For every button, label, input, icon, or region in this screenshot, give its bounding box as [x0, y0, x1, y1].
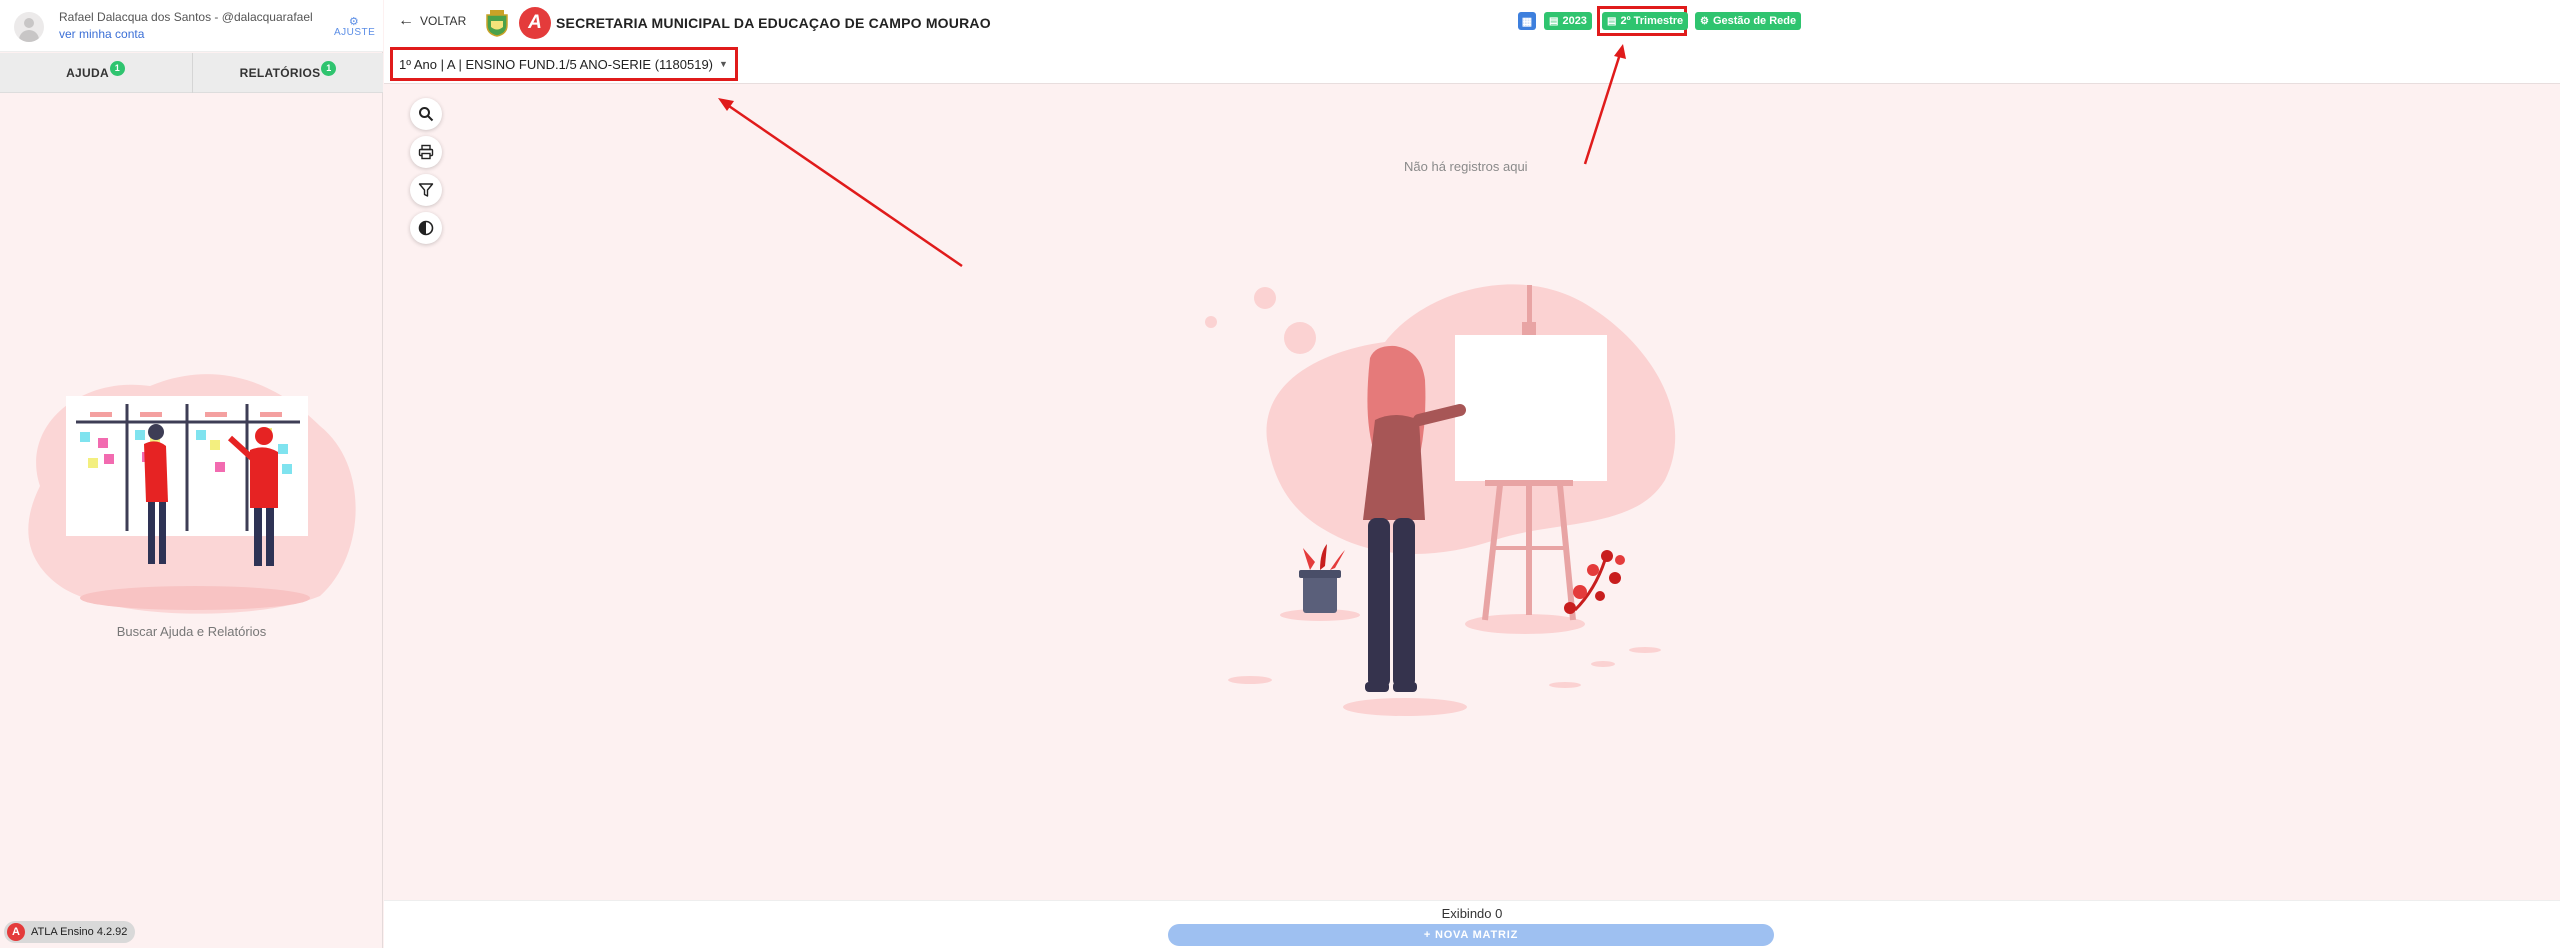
network-management-badge[interactable]: ⚙ Gestão de Rede: [1695, 12, 1802, 30]
class-select-value: 1º Ano | A | ENSINO FUND.1/5 ANO-SERIE (…: [399, 56, 714, 72]
contrast-button[interactable]: [410, 212, 442, 244]
contrast-icon: [418, 220, 434, 236]
print-button[interactable]: [410, 136, 442, 168]
network-management-label: Gestão de Rede: [1712, 15, 1797, 27]
arrow-left-icon: ←: [398, 12, 414, 29]
sidebar-empty-caption: Buscar Ajuda e Relatórios: [116, 624, 267, 639]
term-badge[interactable]: ▤ 2º Trimestre: [1602, 12, 1689, 30]
tab-relatorios-badge: 1: [321, 60, 337, 76]
new-matrix-button[interactable]: + NOVA MATRIZ: [1168, 924, 1774, 946]
calendar-icon: ▤: [1607, 15, 1617, 27]
back-button[interactable]: ← VOLTAR: [398, 12, 467, 29]
tab-ajuda[interactable]: AJUDA 1: [0, 53, 191, 93]
footer: Exibindo 0 + NOVA MATRIZ: [384, 900, 2560, 948]
tab-ajuda-badge: 1: [109, 60, 125, 76]
calendar-button[interactable]: ▦: [1518, 12, 1536, 30]
app-version-label: ATLA Ensino 4.2.92: [31, 926, 128, 938]
empty-state-text: Não há registros aqui: [1404, 159, 1528, 174]
settings-button[interactable]: ⚙ AJUSTE: [334, 16, 376, 39]
app-version-badge[interactable]: A ATLA Ensino 4.2.92: [4, 921, 136, 943]
filter-icon: [418, 183, 434, 197]
filter-button[interactable]: [410, 174, 442, 206]
help-illustration: [28, 374, 356, 614]
sidebar: Rafael Dalacqua dos Santos - @dalacquara…: [0, 0, 383, 948]
page-title: SECRETARIA MUNICIPAL DA EDUCAÇAO DE CAMP…: [556, 15, 991, 31]
user-bar: Rafael Dalacqua dos Santos - @dalacquara…: [0, 0, 383, 52]
search-icon: [419, 107, 434, 122]
account-link[interactable]: ver minha conta: [59, 27, 144, 41]
calendar-icon: ▤: [1549, 15, 1559, 27]
chevron-down-icon: ▼: [719, 59, 728, 69]
gear-icon: ⚙: [348, 16, 360, 28]
sidebar-tabs: AJUDA 1 RELATÓRIOS 1: [0, 53, 383, 93]
search-button[interactable]: [410, 98, 442, 130]
gear-icon: ⚙: [1700, 15, 1709, 27]
back-label: VOLTAR: [420, 14, 467, 28]
atla-logo: A: [519, 7, 551, 39]
term-label: 2º Trimestre: [1620, 15, 1684, 27]
class-select[interactable]: 1º Ano | A | ENSINO FUND.1/5 ANO-SERIE (…: [390, 47, 738, 81]
user-name: Rafael Dalacqua dos Santos - @dalacquara…: [59, 10, 313, 24]
tab-relatorios-label: RELATÓRIOS: [239, 66, 321, 80]
record-count: Exibindo 0: [1441, 906, 1503, 921]
year-badge[interactable]: ▤ 2023: [1544, 12, 1592, 30]
print-icon: [418, 144, 434, 160]
calendar-check-icon: ▦: [1521, 15, 1533, 28]
settings-label: AJUSTE: [334, 27, 376, 38]
top-bar: ← VOLTAR A SECRETARIA MUNICIPAL DA EDUCA…: [384, 0, 2560, 84]
year-label: 2023: [1562, 15, 1587, 27]
avatar[interactable]: [14, 12, 44, 42]
city-crest-icon: [486, 10, 508, 37]
atla-logo-icon: A: [7, 923, 25, 941]
tab-ajuda-label: AJUDA: [66, 66, 109, 80]
tab-relatorios[interactable]: RELATÓRIOS 1: [192, 53, 383, 93]
empty-state-illustration: [1205, 284, 1676, 716]
